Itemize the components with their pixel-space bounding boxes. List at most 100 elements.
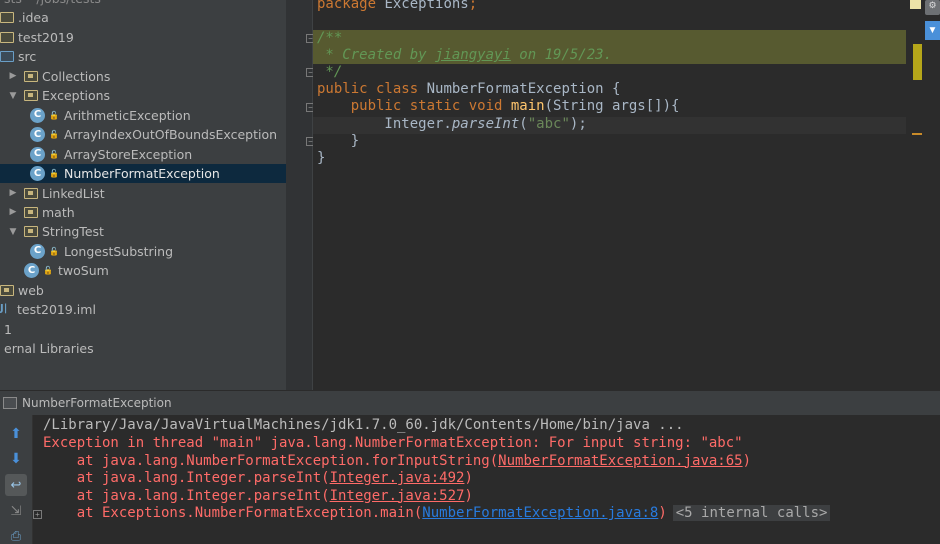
- tree-item[interactable]: ▶ math: [0, 203, 286, 222]
- tree-item[interactable]: C 🔓 ArrayIndexOutOfBoundsException: [0, 125, 286, 144]
- package-icon: [24, 90, 38, 102]
- stack-frame: at Exceptions.NumberFormatException.main…: [43, 505, 831, 523]
- scroll-down-arrow-icon[interactable]: ▼: [925, 21, 940, 40]
- stack-frame: at java.lang.Integer.parseInt(Integer.ja…: [43, 488, 473, 506]
- tree-item[interactable]: web: [0, 281, 286, 300]
- access-lock-icon: 🔓: [49, 169, 59, 179]
- expand-arrow-icon[interactable]: ▼: [7, 91, 19, 101]
- down-arrow-icon[interactable]: ⬇: [5, 447, 27, 469]
- class-icon: C: [24, 263, 39, 279]
- tree-item[interactable]: C 🔓 ArithmeticException: [0, 106, 286, 125]
- package-icon: [24, 187, 38, 199]
- tree-item[interactable]: C 🔓 ArrayStoreException: [0, 145, 286, 164]
- folder-dot: [28, 73, 33, 78]
- tree-item-label: 1: [4, 321, 12, 337]
- package-icon: [24, 206, 38, 218]
- stack-frame-source-link[interactable]: Integer.java:527: [330, 488, 465, 504]
- print-icon[interactable]: ⎙: [5, 525, 27, 544]
- tree-item-label: StringTest: [42, 224, 104, 240]
- tree-item-label: test2019: [18, 29, 74, 45]
- folder-dot: [28, 229, 33, 234]
- collapse-arrow-icon[interactable]: ▶: [7, 207, 19, 217]
- tree-item[interactable]: C 🔓 NumberFormatException: [0, 164, 286, 184]
- run-config-icon: [3, 397, 17, 409]
- tree-item-label: ArrayIndexOutOfBoundsException: [64, 127, 278, 143]
- editor-gutter: [286, 0, 313, 390]
- tree-item[interactable]: ▼ StringTest: [0, 222, 286, 241]
- soft-wrap-icon[interactable]: ↩: [5, 474, 27, 496]
- project-tool-window: sts ~/jobs/tests .idea test2019 src ▶ Collect…: [0, 0, 286, 390]
- tree-item[interactable]: J| test2019.iml: [0, 300, 286, 319]
- tree-item[interactable]: ▼ Exceptions: [0, 86, 286, 105]
- stack-frame: at java.lang.Integer.parseInt(Integer.ja…: [43, 470, 473, 488]
- code-line-doc-close: */: [317, 64, 343, 80]
- console-exception-line: Exception in thread "main" java.lang.Num…: [43, 435, 743, 451]
- access-lock-icon: 🔓: [49, 149, 59, 159]
- class-icon: C: [30, 107, 45, 123]
- stack-frame-method: at java.lang.NumberFormatException.forIn…: [43, 452, 499, 469]
- tree-item-label: Collections: [42, 68, 111, 84]
- iml-file-icon: J|: [0, 303, 8, 315]
- stack-frame-source-link[interactable]: NumberFormatException.java:65: [498, 453, 742, 469]
- tree-item[interactable]: 1: [0, 320, 286, 339]
- tree-item[interactable]: .idea: [0, 8, 286, 27]
- web-folder-icon: [0, 284, 14, 296]
- access-lock-icon: 🔓: [49, 246, 59, 256]
- class-icon: C: [30, 127, 45, 143]
- class-icon: C: [30, 243, 45, 259]
- tree-item[interactable]: sts ~/jobs/tests: [0, 0, 286, 8]
- folder-dot: [4, 287, 9, 292]
- internal-calls-fold[interactable]: <5 internal calls>: [672, 505, 831, 521]
- class-icon: C: [30, 166, 45, 182]
- package-icon: [24, 226, 38, 238]
- tree-item-label: LongestSubstring: [64, 243, 174, 259]
- code-line-doc-open: /**: [317, 30, 343, 46]
- tree-item[interactable]: C 🔓 twoSum: [0, 261, 286, 280]
- tree-item[interactable]: ▶ Collections: [0, 67, 286, 86]
- run-tab-label[interactable]: NumberFormatException: [22, 396, 172, 410]
- collapse-arrow-icon[interactable]: ▶: [7, 188, 19, 198]
- tree-item-label: ArithmeticException: [64, 107, 191, 123]
- tree-item-label: math: [42, 204, 75, 220]
- expand-arrow-icon[interactable]: ▼: [7, 227, 19, 237]
- stack-frame-source-link[interactable]: NumberFormatException.java:8: [422, 505, 658, 521]
- stack-frame-paren: ): [464, 470, 473, 486]
- tree-item-label: Exceptions: [42, 88, 111, 104]
- run-console[interactable]: /Library/Java/JavaVirtualMachines/jdk1.7…: [32, 415, 940, 544]
- code-editor[interactable]: package Exceptions; /** * Created by jia…: [313, 0, 910, 390]
- tree-item-label: src: [18, 49, 37, 65]
- caret-marker[interactable]: [912, 133, 922, 135]
- code-line-main-decl: public static void main(String args[]){: [317, 98, 680, 114]
- collapse-arrow-icon[interactable]: ▶: [7, 71, 19, 81]
- scroll-to-end-icon[interactable]: ⇲: [5, 500, 27, 522]
- module-icon: [0, 31, 14, 43]
- stack-frame-method: at java.lang.Integer.parseInt(: [43, 487, 330, 504]
- warning-marker[interactable]: [910, 0, 921, 9]
- folder-dot: [28, 209, 33, 214]
- stack-frame-source-link[interactable]: Integer.java:492: [330, 470, 465, 486]
- stack-frame-paren: ): [742, 452, 752, 469]
- source-folder-icon: [0, 51, 14, 63]
- code-line-package: package Exceptions;: [317, 0, 478, 12]
- tree-item[interactable]: src: [0, 47, 286, 66]
- tree-item-label: NumberFormatException: [64, 166, 220, 182]
- tree-item-label: ernal Libraries: [4, 341, 94, 357]
- tree-item[interactable]: ▶ LinkedList: [0, 184, 286, 203]
- tree-item[interactable]: test2019: [0, 28, 286, 47]
- tree-item-label: twoSum: [58, 263, 109, 279]
- tree-item[interactable]: C 🔓 LongestSubstring: [0, 242, 286, 261]
- tree-item[interactable]: ernal Libraries: [0, 339, 286, 358]
- expand-internal-calls-icon[interactable]: +: [33, 510, 42, 519]
- tree-item-label: sts ~/jobs/tests: [4, 0, 101, 6]
- up-arrow-icon[interactable]: ⬆: [5, 422, 27, 444]
- tree-item-label: .idea: [18, 10, 49, 26]
- access-lock-icon: 🔓: [49, 110, 59, 120]
- package-icon: [24, 70, 38, 82]
- folder-icon: [0, 12, 14, 24]
- doc-comment-marker[interactable]: [913, 44, 922, 80]
- stack-frame-paren: ): [658, 505, 667, 521]
- console-command-line: /Library/Java/JavaVirtualMachines/jdk1.7…: [43, 417, 684, 433]
- tool-window-button[interactable]: ⚙: [925, 0, 940, 15]
- tree-item-label: test2019.iml: [17, 302, 96, 318]
- stack-frame-method: at Exceptions.NumberFormatException.main…: [43, 505, 423, 521]
